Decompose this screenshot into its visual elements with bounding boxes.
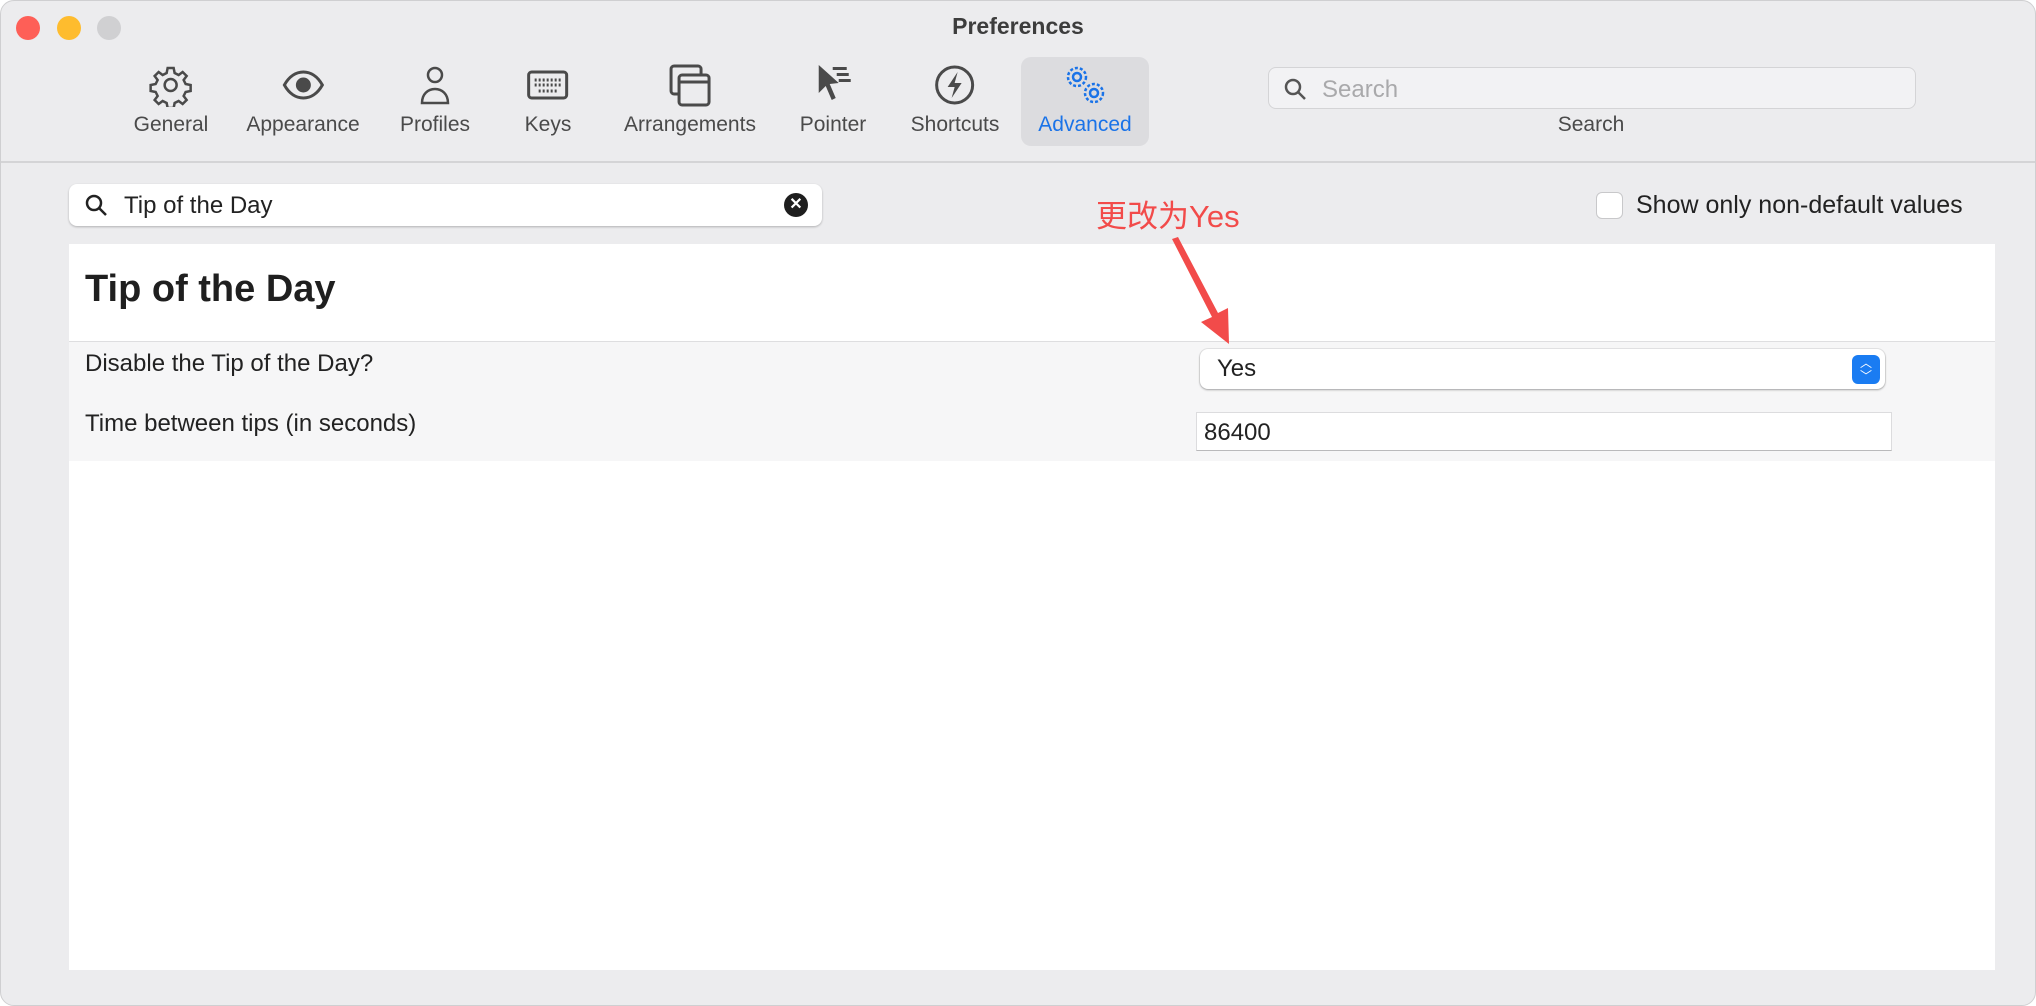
annotation-arrow-icon (1172, 237, 1229, 344)
preferences-window: Preferences General Appearance Profiles … (0, 0, 2036, 1006)
